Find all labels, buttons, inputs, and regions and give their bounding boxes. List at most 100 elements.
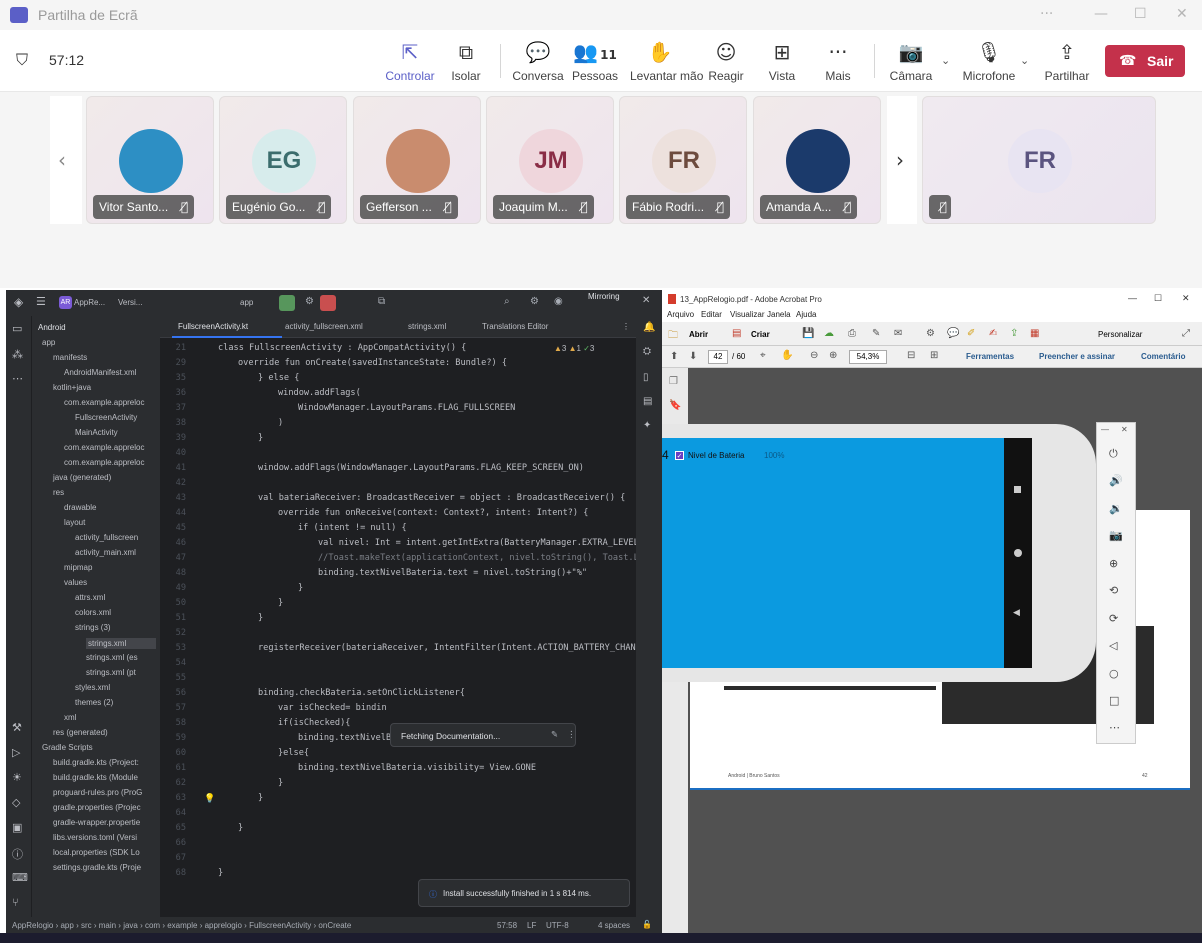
breadcrumb-item[interactable]: main (99, 921, 116, 930)
participant-card[interactable]: JM Joaquim M... 🎙̸ (486, 96, 614, 224)
back-icon[interactable]: ◁ (1109, 639, 1117, 652)
project-selector[interactable]: AppRe... (74, 298, 105, 307)
project-tree-item[interactable]: activity_main.xml (75, 548, 136, 557)
search-icon[interactable]: ⌕ (504, 296, 510, 307)
lightbulb-icon[interactable]: 💡 (204, 794, 215, 804)
indent-setting[interactable]: 4 spaces (598, 921, 630, 930)
menu-editar[interactable]: Editar (701, 310, 722, 319)
fullscreen-icon[interactable]: ⤢ (1182, 328, 1190, 339)
participant-card[interactable]: Gefferson ... 🎙̸ (353, 96, 481, 224)
select-cursor-icon[interactable]: ⌖ (760, 350, 766, 361)
open-button[interactable]: Abrir (689, 330, 708, 339)
documentation-popup[interactable]: Fetching Documentation... ✎ ⋮ (390, 723, 576, 747)
read-only-lock-icon[interactable]: 🔓 (642, 920, 652, 929)
back-triangle-icon[interactable]: ◀ (1013, 608, 1020, 618)
project-tree-item[interactable]: activity_fullscreen (75, 533, 138, 542)
build-hammer-icon[interactable]: ⚒ (12, 721, 22, 734)
camera-options-chevron-icon[interactable]: ⌄ (941, 54, 950, 67)
bookmarks-icon[interactable]: 🔖 (669, 400, 681, 411)
close-button[interactable]: ✕ (1176, 6, 1188, 22)
highlight-icon[interactable]: ✐ (967, 328, 975, 339)
acrobat-minimize-button[interactable]: — (1128, 293, 1137, 303)
people-button[interactable]: 👥 11 Pessoas (565, 40, 625, 83)
edit-icon[interactable]: ✎ (872, 328, 880, 339)
project-tree-item[interactable]: build.gradle.kts (Module (53, 773, 138, 782)
project-tree-item[interactable]: colors.xml (75, 608, 111, 617)
breadcrumb-item[interactable]: onCreate (318, 921, 351, 930)
file-encoding[interactable]: UTF-8 (546, 921, 569, 930)
maximize-button[interactable]: ☐ (1134, 6, 1147, 22)
project-tree-item[interactable]: strings.xml (es (86, 653, 138, 662)
chat-button[interactable]: 💬 Conversa (508, 40, 568, 83)
breadcrumb-item[interactable]: apprelogio (205, 921, 242, 930)
microphone-options-chevron-icon[interactable]: ⌄ (1020, 54, 1029, 67)
apply-changes-button[interactable] (279, 295, 295, 311)
popup-more-icon[interactable]: ⋮ (567, 730, 576, 740)
create-button[interactable]: Criar (751, 330, 770, 339)
tabs-menu-icon[interactable]: ⋮ (622, 322, 630, 331)
ide-close-icon[interactable]: ✕ (642, 295, 650, 306)
volume-down-icon[interactable]: 🔉 (1109, 502, 1123, 515)
acrobat-close-button[interactable]: ✕ (1182, 293, 1190, 304)
zoom-input[interactable]: 54,3% (849, 350, 887, 364)
project-tree-item[interactable]: gradle.properties (Projec (53, 803, 141, 812)
project-tree-item[interactable]: manifests (53, 353, 87, 362)
project-tree-item[interactable]: styles.xml (75, 683, 110, 692)
breadcrumb-item[interactable]: example (167, 921, 197, 930)
zoom-out-icon[interactable]: ⊖ (810, 350, 818, 361)
more-options-icon[interactable]: ··· (1040, 6, 1053, 22)
project-tree-item[interactable]: libs.versions.toml (Versi (53, 833, 137, 842)
tab-strings-xml[interactable]: strings.xml (408, 322, 446, 331)
project-tree-item[interactable]: res (53, 488, 64, 497)
zoom-icon[interactable]: ⊕ (1109, 557, 1118, 570)
project-tree-item[interactable]: layout (64, 518, 85, 527)
project-tree-item[interactable]: strings.xml (pt (86, 668, 136, 677)
menu-visualizar[interactable]: Visualizar (730, 310, 765, 319)
project-tree-item[interactable]: mipmap (64, 563, 92, 572)
project-tree-item[interactable]: build.gradle.kts (Project: (53, 758, 139, 767)
microphone-button[interactable]: 🎙 Microfone (959, 40, 1019, 83)
menu-ajuda[interactable]: Ajuda (796, 310, 816, 319)
prev-page-icon[interactable]: ⬆ (670, 351, 678, 362)
breadcrumb-item[interactable]: AppRelogio (12, 921, 53, 930)
screenshot-camera-icon[interactable]: 📷 (1109, 529, 1123, 542)
scroll-left-chevron-icon[interactable]: ‹ (58, 148, 66, 172)
notifications-bell-icon[interactable]: 🔔 (643, 322, 655, 333)
project-tree-item[interactable]: com.example.appreloc (64, 443, 144, 452)
comment-icon[interactable]: 💬 (947, 328, 959, 339)
participant-card[interactable]: EG Eugénio Go... 🎙̸ (219, 96, 347, 224)
app-inspection-icon[interactable]: ▣ (12, 821, 22, 834)
stop-button[interactable] (320, 295, 336, 311)
view-button[interactable]: ⊞ Vista (752, 40, 812, 83)
project-tree-item[interactable]: strings (3) (75, 623, 111, 632)
project-tree-item[interactable]: proguard-rules.pro (ProG (53, 788, 142, 797)
organize-icon[interactable]: ▦ (1030, 328, 1039, 339)
power-icon[interactable]: ⏻ (1109, 447, 1118, 461)
raise-hand-button[interactable]: ✋ Levantar mão (630, 40, 703, 83)
control-button[interactable]: ⇱ Controlar (380, 40, 440, 83)
project-tree-item[interactable]: local.properties (SDK Lo (53, 848, 140, 857)
terminal-icon[interactable]: ⌨ (12, 871, 28, 884)
fit-width-icon[interactable]: ⊞ (930, 350, 938, 361)
settings-icon[interactable]: ⚙ (926, 328, 935, 339)
project-tree-item[interactable]: com.example.appreloc (64, 398, 144, 407)
inspection-widget[interactable]: ▲3 ▲1 ✓3 (554, 344, 594, 353)
main-menu-icon[interactable]: ☰ (36, 295, 46, 308)
project-tree-item[interactable]: themes (2) (75, 698, 113, 707)
tab-translations-editor[interactable]: Translations Editor (482, 322, 548, 331)
hand-tool-icon[interactable]: ✋ (781, 350, 793, 361)
menu-janela[interactable]: Janela (767, 310, 791, 319)
fit-page-icon[interactable]: ⊟ (907, 350, 915, 361)
edit-pencil-icon[interactable]: ✎ (551, 730, 558, 740)
project-folder-icon[interactable]: ▭ (12, 322, 22, 335)
emulator-close-icon[interactable]: ✕ (1121, 425, 1128, 434)
project-tree-item[interactable]: res (generated) (53, 728, 108, 737)
project-tree-item[interactable]: strings.xml (86, 638, 157, 649)
gemini-sparkle-icon[interactable]: ✦ (643, 420, 651, 431)
git-icon[interactable]: ⑂ (12, 896, 19, 909)
scroll-right-chevron-icon[interactable]: › (896, 148, 904, 172)
project-tree-item[interactable]: gradle-wrapper.propertie (53, 818, 140, 827)
tab-activity-fullscreen-xml[interactable]: activity_fullscreen.xml (285, 322, 363, 331)
install-notification[interactable]: ⓘ Install successfully finished in 1 s 8… (418, 879, 630, 907)
project-tree-item[interactable]: kotlin+java (53, 383, 91, 392)
